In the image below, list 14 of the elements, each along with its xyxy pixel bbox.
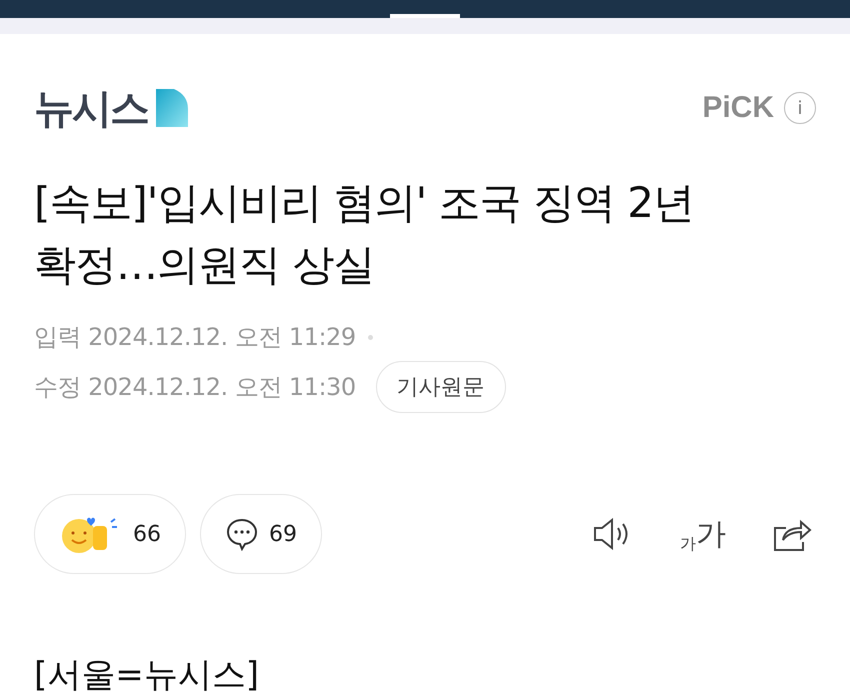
- original-article-button[interactable]: 기사원문: [376, 361, 506, 413]
- logo-mark-icon: [156, 89, 188, 127]
- pick-label: PiCK: [702, 91, 774, 125]
- page-indicator: [390, 14, 460, 18]
- speech-bubble-icon: [225, 517, 259, 551]
- logo-text: 뉴시스: [34, 84, 148, 134]
- reaction-button[interactable]: 66: [34, 494, 186, 574]
- info-icon[interactable]: i: [784, 92, 816, 124]
- body-text: [서울=뉴시스]: [34, 654, 260, 692]
- date-text: 수정 2024.12.12. 오전 11:30: [34, 372, 356, 403]
- date-text: 입력 2024.12.12. 오전 11:29: [34, 322, 356, 353]
- separator-dot: [368, 334, 373, 340]
- article-title: [속보]'입시비리 혐의' 조국 징역 2년 확정…의원직 상실: [34, 177, 695, 291]
- comment-button[interactable]: 69: [200, 494, 322, 574]
